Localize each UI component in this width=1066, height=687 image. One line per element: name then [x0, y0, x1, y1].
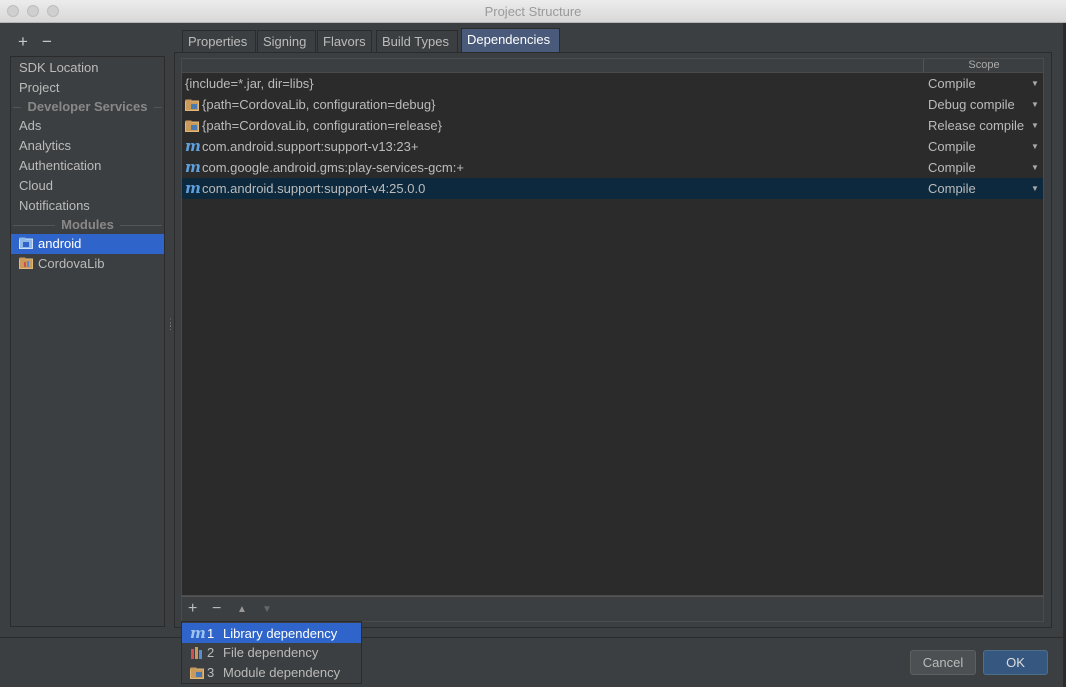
maven-icon: m: [185, 158, 201, 176]
chevron-down-icon[interactable]: ▼: [1031, 94, 1039, 115]
tab-signing[interactable]: Signing: [257, 30, 316, 52]
scope-dropdown[interactable]: Compile: [928, 178, 1040, 199]
scope-dropdown[interactable]: Compile: [928, 136, 1040, 157]
sidebar-item-authentication[interactable]: Authentication: [11, 156, 164, 176]
chevron-down-icon[interactable]: ▼: [1031, 136, 1039, 157]
popup-item-library-dependency[interactable]: m1 Library dependency: [182, 623, 361, 643]
chevron-down-icon[interactable]: ▼: [1031, 73, 1039, 94]
dependency-name: {path=CordovaLib, configuration=debug}: [202, 97, 436, 112]
jar-file-icon: [190, 645, 204, 659]
module-label-cordovalib: CordovaLib: [38, 256, 105, 271]
module-folder-icon: [185, 96, 199, 111]
scope-dropdown[interactable]: Release compile: [928, 115, 1040, 136]
maven-icon: m: [185, 179, 201, 197]
sidebar-item-cloud[interactable]: Cloud: [11, 176, 164, 196]
tab-build-types[interactable]: Build Types: [376, 30, 458, 52]
move-down-button[interactable]: ▼: [262, 600, 272, 620]
add-dependency-popup: m1 Library dependency 2 File dependency 3M…: [181, 621, 362, 684]
tab-properties[interactable]: Properties: [182, 30, 256, 52]
table-row[interactable]: {path=CordovaLib, configuration=release}…: [182, 115, 1043, 136]
table-row[interactable]: mcom.android.support:support-v13:23+ Com…: [182, 136, 1043, 157]
sidebar-item-notifications[interactable]: Notifications: [11, 196, 164, 216]
table-row[interactable]: {include=*.jar, dir=libs} Compile ▼: [182, 73, 1043, 94]
add-module-button[interactable]: +: [18, 33, 28, 51]
add-dependency-button[interactable]: +: [188, 599, 197, 619]
developer-services-header: Developer Services: [11, 99, 164, 115]
remove-dependency-button[interactable]: −: [212, 599, 221, 619]
move-up-button[interactable]: ▲: [237, 600, 247, 620]
sidebar-splitter-handle[interactable]: ⋮⋮: [166, 318, 175, 336]
chevron-down-icon[interactable]: ▼: [1031, 157, 1039, 178]
dependency-name: {path=CordovaLib, configuration=release}: [202, 118, 442, 133]
tab-flavors[interactable]: Flavors: [317, 30, 372, 52]
module-folder-icon: [185, 117, 199, 132]
footer-divider: [0, 637, 1063, 638]
sidebar: SDK Location Project Developer Services …: [10, 56, 165, 627]
title-bar: Project Structure: [0, 0, 1066, 23]
dependency-name: com.android.support:support-v4:25.0.0: [202, 181, 426, 196]
remove-module-button[interactable]: −: [42, 33, 52, 51]
table-row-selected[interactable]: mcom.android.support:support-v4:25.0.0 C…: [182, 178, 1043, 199]
android-module-icon: [19, 235, 33, 249]
dependency-name: {include=*.jar, dir=libs}: [185, 76, 314, 91]
sidebar-item-module-cordovalib[interactable]: CordovaLib: [11, 254, 164, 274]
module-label-android: android: [38, 236, 82, 251]
scope-dropdown[interactable]: Debug compile: [928, 94, 1040, 115]
sidebar-item-ads[interactable]: Ads: [11, 116, 164, 136]
table-row[interactable]: {path=CordovaLib, configuration=debug} D…: [182, 94, 1043, 115]
module-folder-icon: [190, 665, 204, 679]
chevron-down-icon[interactable]: ▼: [1031, 115, 1039, 136]
dependency-name: com.google.android.gms:play-services-gcm…: [202, 160, 464, 175]
modules-header: Modules: [11, 217, 164, 233]
scope-column-header[interactable]: Scope: [923, 59, 1044, 72]
dependencies-table: Scope {include=*.jar, dir=libs} Compile …: [181, 58, 1044, 596]
table-toolbar: + − ▲ ▼: [181, 596, 1044, 622]
sidebar-item-project[interactable]: Project: [11, 78, 164, 98]
tab-dependencies[interactable]: Dependencies: [461, 28, 560, 52]
table-header: Scope: [182, 59, 1043, 73]
popup-item-module-dependency[interactable]: 3 Module dependency: [182, 663, 361, 683]
scope-dropdown[interactable]: Compile: [928, 73, 1040, 94]
popup-item-file-dependency[interactable]: 2 File dependency: [182, 643, 361, 663]
sidebar-item-module-android[interactable]: android: [11, 234, 164, 254]
sidebar-item-sdk-location[interactable]: SDK Location: [11, 58, 164, 78]
ok-button[interactable]: OK: [983, 650, 1048, 675]
scope-dropdown[interactable]: Compile: [928, 157, 1040, 178]
cancel-button[interactable]: Cancel: [910, 650, 976, 675]
window-title: Project Structure: [484, 4, 582, 19]
maven-icon: m: [190, 624, 206, 642]
sidebar-item-analytics[interactable]: Analytics: [11, 136, 164, 156]
library-module-icon: [19, 255, 33, 269]
dependency-name: com.android.support:support-v13:23+: [202, 139, 419, 154]
table-row[interactable]: mcom.google.android.gms:play-services-gc…: [182, 157, 1043, 178]
maven-icon: m: [185, 137, 201, 155]
chevron-down-icon[interactable]: ▼: [1031, 178, 1039, 199]
